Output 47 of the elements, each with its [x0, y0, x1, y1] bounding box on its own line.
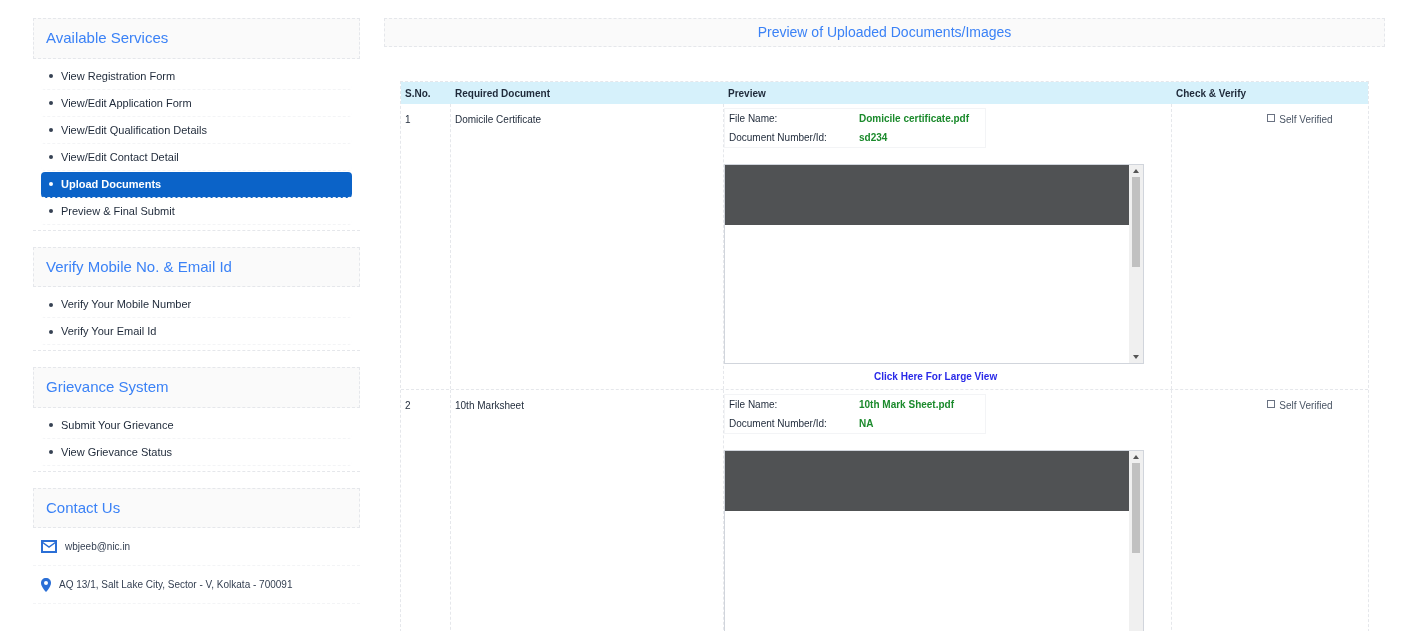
menu-item[interactable]: View Registration Form: [41, 63, 352, 90]
checkbox-label: Self Verified: [1279, 113, 1333, 127]
contact-text: wbjeeb@nic.in: [65, 540, 131, 554]
menu-item[interactable]: Verify Your Email Id: [41, 319, 352, 345]
menu-item[interactable]: View/Edit Application Form: [41, 90, 352, 117]
document-number: NA: [858, 417, 875, 431]
document-viewer[interactable]: [724, 164, 1144, 364]
scrollbar[interactable]: [1129, 165, 1143, 363]
column-header: S.No.: [404, 86, 432, 101]
section-header: Grievance System: [33, 367, 360, 408]
field-label: File Name:: [728, 398, 779, 412]
table-cell: 1: [405, 114, 411, 125]
menu-item[interactable]: Preview & Final Submit: [41, 198, 352, 225]
menu-item[interactable]: Verify Your Mobile Number: [41, 292, 352, 318]
menu-item[interactable]: Upload Documents: [41, 171, 352, 198]
file-name: 10th Mark Sheet.pdf: [858, 398, 956, 412]
large-view-link[interactable]: Click Here For Large View: [874, 369, 998, 384]
menu-item[interactable]: View/Edit Contact Detail: [41, 144, 352, 171]
checkbox-label: Self Verified: [1279, 399, 1333, 413]
section-header: Contact Us: [33, 487, 360, 528]
field-label: File Name:: [728, 112, 779, 126]
menu-item[interactable]: View/Edit Qualification Details: [41, 117, 352, 144]
checkbox[interactable]: [1267, 114, 1276, 122]
document-viewer[interactable]: [724, 450, 1144, 631]
scrollbar[interactable]: [1129, 451, 1143, 631]
column-header: Preview: [727, 86, 767, 101]
menu-item[interactable]: Submit Your Grievance: [41, 412, 352, 439]
field-label: Document Number/Id:: [728, 131, 828, 145]
panel-title: Preview of Uploaded Documents/Images: [384, 18, 1385, 47]
checkbox[interactable]: [1267, 400, 1276, 408]
section-header: Verify Mobile No. & Email Id: [33, 246, 360, 287]
scroll-up-icon[interactable]: [1133, 455, 1139, 459]
table-cell: 2: [405, 400, 411, 411]
scroll-up-icon[interactable]: [1133, 169, 1139, 173]
scroll-down-icon[interactable]: [1133, 355, 1139, 359]
document-number: sd234: [858, 131, 889, 145]
column-header: Check & Verify: [1175, 86, 1248, 101]
table-cell: 10th Marksheet: [455, 400, 524, 411]
map-pin-icon: [41, 577, 51, 592]
envelope-icon: [41, 540, 57, 553]
table-cell: Domicile Certificate: [455, 114, 542, 125]
contact-text: AQ 13/1, Salt Lake City, Sector - V, Kolkata - 700091: [59, 578, 293, 592]
section-header: Available Services: [33, 18, 360, 59]
file-name: Domicile certificate.pdf: [858, 112, 971, 126]
column-header: Required Document: [454, 86, 551, 101]
menu-item[interactable]: View Grievance Status: [41, 439, 352, 466]
field-label: Document Number/Id:: [728, 417, 828, 431]
